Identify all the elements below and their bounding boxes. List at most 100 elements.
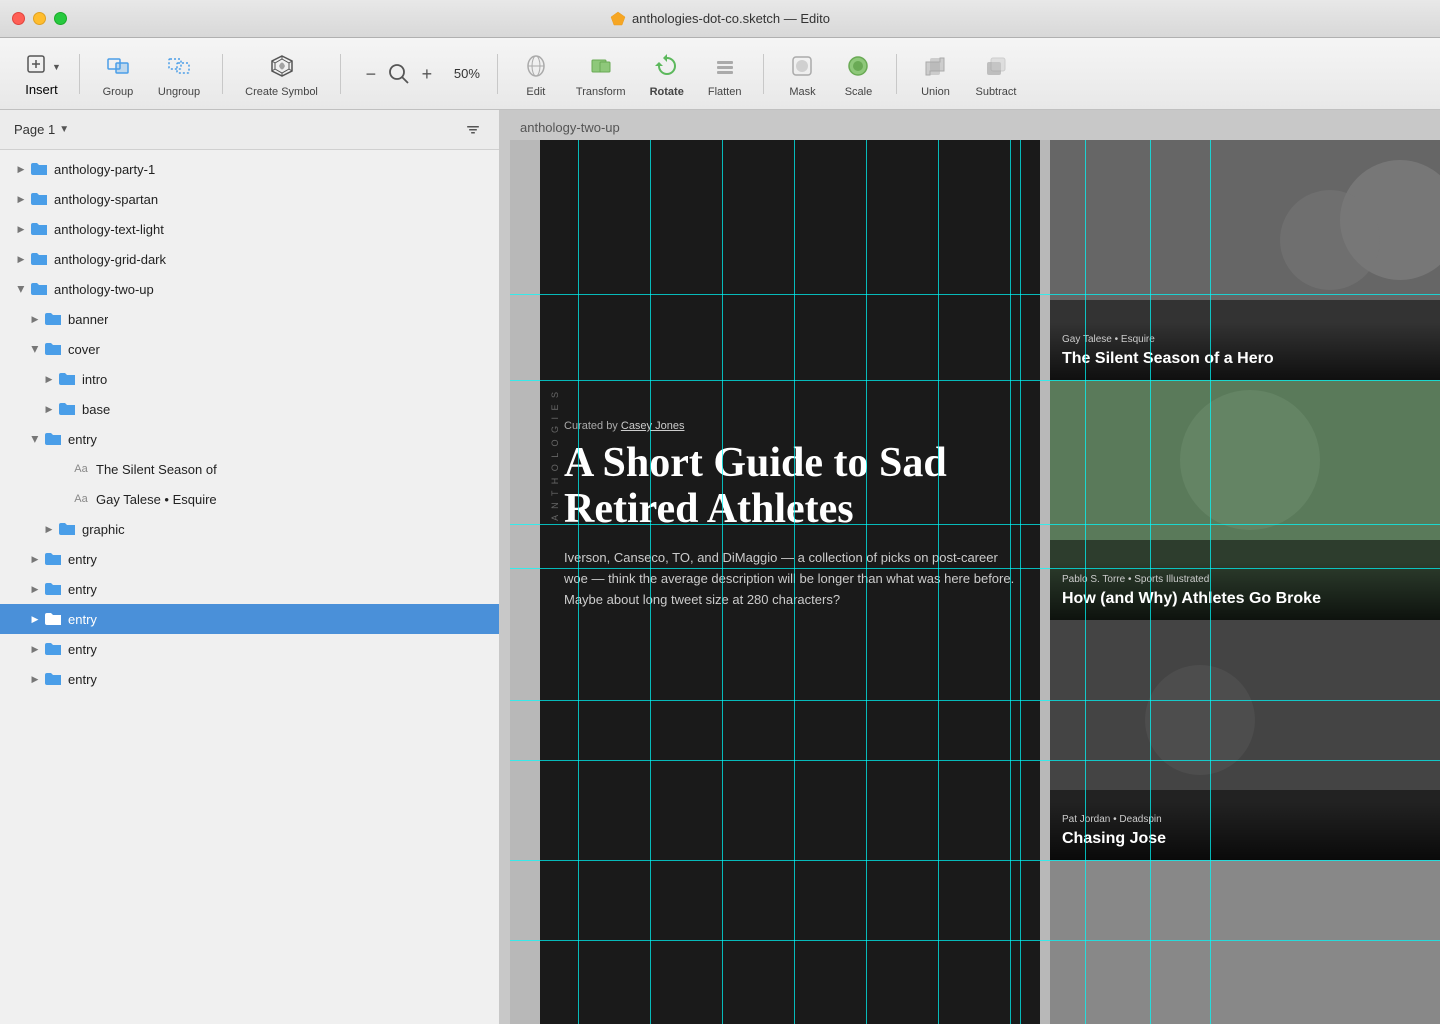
- layer-list: ▶ anthology-party-1 ▶ anthology-spartan …: [0, 150, 499, 1024]
- layer-item[interactable]: ▶ entry: [0, 634, 499, 664]
- card-3-overlay: Pat Jordan • Deadspin Chasing Jose: [1050, 802, 1440, 860]
- layer-item[interactable]: ▶ entry: [0, 544, 499, 574]
- folder-icon: [30, 162, 48, 176]
- folder-icon: [44, 672, 62, 686]
- sketch-app-icon: [610, 11, 626, 27]
- side-card-1: Gay Talese • Esquire The Silent Season o…: [1050, 140, 1440, 380]
- create-symbol-label: Create Symbol: [245, 86, 318, 98]
- create-symbol-button[interactable]: Create Symbol: [235, 44, 328, 104]
- expand-icon: ▶: [28, 644, 42, 655]
- text-layer-icon: Aa: [72, 493, 90, 505]
- create-symbol-icon: [267, 51, 297, 81]
- expand-icon: ▶: [14, 224, 28, 235]
- folder-icon: [44, 432, 62, 446]
- zoom-out-button[interactable]: −: [361, 65, 381, 83]
- card-2-title: How (and Why) Athletes Go Broke: [1062, 589, 1440, 608]
- expand-icon: ▶: [28, 554, 42, 565]
- layer-item[interactable]: ▶ cover: [0, 334, 499, 364]
- layer-item[interactable]: ▶ anthology-spartan: [0, 184, 499, 214]
- layer-item-selected[interactable]: ▶ entry: [0, 604, 499, 634]
- union-button[interactable]: Union: [909, 44, 961, 104]
- sidebar: Page 1 ▼ ▶ anthology-party-1 ▶: [0, 110, 500, 1024]
- filter-icon: [465, 122, 481, 138]
- article-body: Iverson, Canseco, TO, and DiMaggio — a c…: [564, 548, 1016, 610]
- layer-item[interactable]: ▶ entry: [0, 664, 499, 694]
- layer-item[interactable]: ▶ anthology-grid-dark: [0, 244, 499, 274]
- layer-name: base: [82, 402, 110, 417]
- toolbar-separator-1: [79, 54, 80, 94]
- close-button[interactable]: [12, 12, 25, 25]
- traffic-lights: [12, 12, 67, 25]
- zoom-icon: [387, 62, 411, 86]
- folder-icon: [58, 522, 76, 536]
- artboard-label: anthology-two-up: [520, 120, 620, 135]
- layer-name: graphic: [82, 522, 125, 537]
- layer-item[interactable]: ▶ anthology-two-up: [0, 274, 499, 304]
- transform-button[interactable]: Transform: [566, 44, 636, 104]
- toolbar-separator-3: [340, 54, 341, 94]
- layer-item[interactable]: ▶ anthology-party-1: [0, 154, 499, 184]
- layer-item[interactable]: ▶ anthology-text-light: [0, 214, 499, 244]
- article-inner: Curated by Casey Jones A Short Guide to …: [540, 140, 1040, 631]
- folder-icon: [30, 282, 48, 296]
- insert-icon: [22, 50, 50, 78]
- transform-label: Transform: [576, 86, 626, 98]
- layer-item[interactable]: ▶ entry: [0, 424, 499, 454]
- rotate-button[interactable]: Rotate: [640, 44, 694, 104]
- zoom-level[interactable]: 50%: [449, 66, 485, 81]
- layer-item[interactable]: ▶ base: [0, 394, 499, 424]
- layer-name: intro: [82, 372, 107, 387]
- layer-item[interactable]: ▶ banner: [0, 304, 499, 334]
- expand-icon: ▶: [14, 254, 28, 265]
- folder-icon: [58, 402, 76, 416]
- layer-item[interactable]: ▶ intro: [0, 364, 499, 394]
- card-1-title: The Silent Season of a Hero: [1062, 349, 1440, 368]
- expand-icon: ▶: [30, 342, 41, 356]
- group-icon: [103, 51, 133, 81]
- folder-icon: [30, 252, 48, 266]
- titlebar: anthologies-dot-co.sketch — Edito: [0, 0, 1440, 38]
- page-selector[interactable]: Page 1 ▼: [14, 122, 69, 137]
- expand-icon: ▶: [14, 164, 28, 175]
- insert-button[interactable]: ▼ Insert: [16, 44, 67, 103]
- flatten-button[interactable]: Flatten: [698, 44, 752, 104]
- folder-icon: [44, 312, 62, 326]
- toolbar-separator-2: [222, 54, 223, 94]
- layer-item[interactable]: ▶ graphic: [0, 514, 499, 544]
- card-3-title: Chasing Jose: [1062, 829, 1440, 848]
- layer-item[interactable]: ▶ Aa The Silent Season of: [0, 454, 499, 484]
- expand-icon: ▶: [28, 584, 42, 595]
- subtract-button[interactable]: Subtract: [965, 44, 1026, 104]
- minimize-button[interactable]: [33, 12, 46, 25]
- card-1-meta: Gay Talese • Esquire: [1062, 334, 1440, 345]
- toolbar-separator-6: [896, 54, 897, 94]
- folder-icon: [44, 642, 62, 656]
- scale-button[interactable]: Scale: [832, 44, 884, 104]
- layer-name: anthology-two-up: [54, 282, 154, 297]
- group-button[interactable]: Group: [92, 44, 144, 104]
- layer-name: entry: [68, 432, 97, 447]
- layer-name: anthology-grid-dark: [54, 252, 166, 267]
- zoom-in-button[interactable]: +: [417, 65, 437, 83]
- layer-name: entry: [68, 582, 97, 597]
- expand-icon: ▶: [42, 524, 56, 535]
- ungroup-button[interactable]: Ungroup: [148, 44, 210, 104]
- maximize-button[interactable]: [54, 12, 67, 25]
- sidebar-filter-button[interactable]: [461, 118, 485, 142]
- folder-icon: [58, 372, 76, 386]
- card-2-meta: Pablo S. Torre • Sports Illustrated: [1062, 574, 1440, 585]
- toolbar-separator-5: [763, 54, 764, 94]
- canvas-area[interactable]: anthology-two-up A N T H O L O G I E S C…: [500, 110, 1440, 1024]
- mask-button[interactable]: Mask: [776, 44, 828, 104]
- curated-by-text: Curated by Casey Jones: [564, 420, 1016, 432]
- side-card-2: Pablo S. Torre • Sports Illustrated How …: [1050, 380, 1440, 620]
- expand-icon: ▶: [28, 314, 42, 325]
- flatten-label: Flatten: [708, 86, 742, 98]
- layer-item[interactable]: ▶ Aa Gay Talese • Esquire: [0, 484, 499, 514]
- side-card-3: Pat Jordan • Deadspin Chasing Jose: [1050, 620, 1440, 860]
- edit-button[interactable]: Edit: [510, 44, 562, 104]
- window-title: anthologies-dot-co.sketch — Edito: [610, 11, 830, 27]
- layer-item[interactable]: ▶ entry: [0, 574, 499, 604]
- expand-icon: ▶: [30, 432, 41, 446]
- insert-label: Insert: [25, 82, 58, 97]
